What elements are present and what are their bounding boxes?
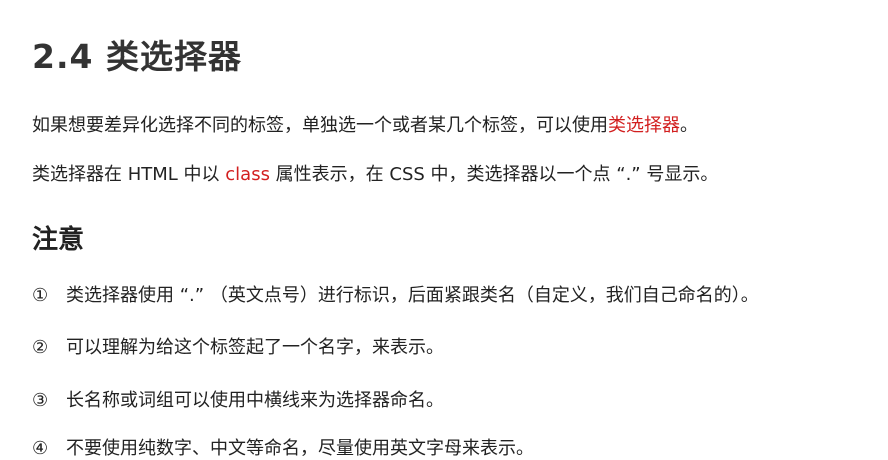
note-item-text: 长名称或词组可以使用中横线来为选择器命名。 (66, 390, 444, 411)
note-item: ① 类选择器使用 “.” （英文点号）进行标识，后面紧跟类名（自定义，我们自己命名… (32, 281, 759, 307)
note-item-text: 不要使用纯数字、中文等命名，尽量使用英文字母来表示。 (66, 438, 534, 459)
syntax-text-2: 属性表示，在 CSS 中，类选择器以一个点 “.” 号显示。 (269, 164, 719, 185)
note-item: ③ 长名称或词组可以使用中横线来为选择器命名。 (32, 386, 444, 412)
syntax-text-1: 类选择器在 HTML 中以 (32, 164, 226, 185)
note-item-text: 类选择器使用 “.” （英文点号）进行标识，后面紧跟类名（自定义，我们自己命名的… (66, 285, 759, 306)
note-item-text: 可以理解为给这个标签起了一个名字，来表示。 (66, 337, 444, 358)
note-item-number: ④ (32, 438, 49, 459)
note-item: ② 可以理解为给这个标签起了一个名字，来表示。 (32, 333, 444, 359)
note-item-number: ① (32, 285, 49, 306)
intro-paragraph: 如果想要差异化选择不同的标签，单独选一个或者某几个标签，可以使用类选择器。 (32, 111, 698, 137)
intro-text: 如果想要差异化选择不同的标签，单独选一个或者某几个标签，可以使用 (32, 115, 608, 136)
class-selector-highlight: 类选择器 (608, 115, 680, 136)
note-heading: 注意 (32, 225, 85, 255)
page-title: 2.4 类选择器 (32, 37, 242, 76)
note-item: ④ 不要使用纯数字、中文等命名，尽量使用英文字母来表示。 (32, 434, 534, 460)
note-item-number: ③ (32, 390, 49, 411)
note-item-number: ② (32, 337, 49, 358)
intro-end: 。 (680, 115, 698, 136)
class-keyword-highlight: class (225, 164, 270, 185)
syntax-paragraph: 类选择器在 HTML 中以 class 属性表示，在 CSS 中，类选择器以一个… (32, 160, 718, 186)
document-page: 2.4 类选择器 如果想要差异化选择不同的标签，单独选一个或者某几个标签，可以使… (0, 0, 888, 460)
